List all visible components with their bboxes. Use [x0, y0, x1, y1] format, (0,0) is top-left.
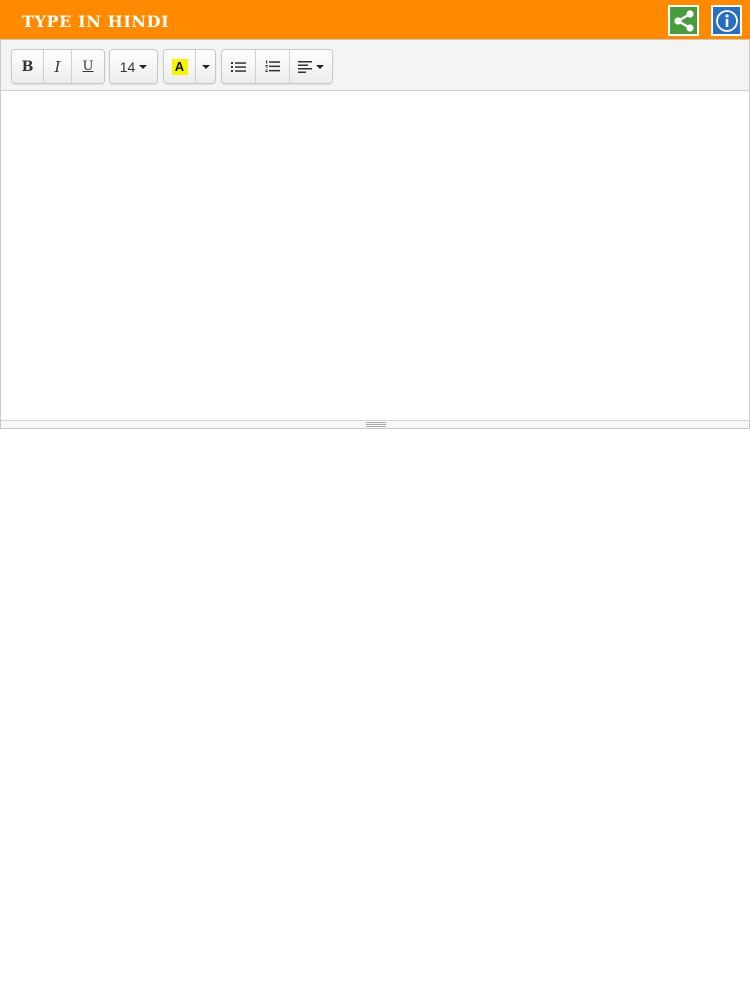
- highlight-button[interactable]: A: [164, 50, 196, 83]
- paragraph-group: [221, 49, 333, 84]
- editor-statusbar: [1, 420, 749, 428]
- font-size-group: 14: [109, 49, 158, 84]
- unordered-list-button[interactable]: [222, 50, 256, 83]
- chevron-down-icon: [316, 64, 324, 69]
- highlight-label: A: [171, 58, 188, 75]
- info-button[interactable]: [711, 5, 742, 36]
- align-dropdown[interactable]: [290, 50, 332, 83]
- chevron-down-icon: [201, 64, 210, 69]
- italic-button[interactable]: I: [44, 50, 72, 83]
- editor-toolbar: B I U 14 A: [1, 40, 749, 91]
- editor-content-area[interactable]: [1, 92, 749, 420]
- align-left-icon: [298, 60, 312, 73]
- bold-label: B: [21, 58, 34, 75]
- text-style-group: B I U: [11, 49, 105, 84]
- highlight-group: A: [163, 49, 216, 84]
- underline-label: U: [82, 59, 94, 74]
- info-icon: [715, 9, 738, 32]
- highlight-color-dropdown[interactable]: [196, 50, 215, 83]
- numbered-list-icon: [265, 60, 280, 72]
- font-size-dropdown[interactable]: 14: [110, 50, 157, 83]
- bullet-list-icon: [231, 61, 246, 72]
- underline-button[interactable]: U: [72, 50, 104, 83]
- share-icon: [673, 9, 694, 32]
- resize-handle[interactable]: [366, 422, 386, 428]
- font-size-value: 14: [119, 58, 136, 75]
- share-button[interactable]: [668, 5, 699, 36]
- chevron-down-icon: [139, 64, 148, 69]
- app-title: TYPE IN HINDI: [22, 12, 170, 31]
- app-header: TYPE IN HINDI: [0, 0, 750, 40]
- italic-label: I: [54, 57, 61, 76]
- bold-button[interactable]: B: [12, 50, 44, 83]
- rich-text-editor: B I U 14 A: [0, 39, 750, 429]
- ordered-list-button[interactable]: [256, 50, 290, 83]
